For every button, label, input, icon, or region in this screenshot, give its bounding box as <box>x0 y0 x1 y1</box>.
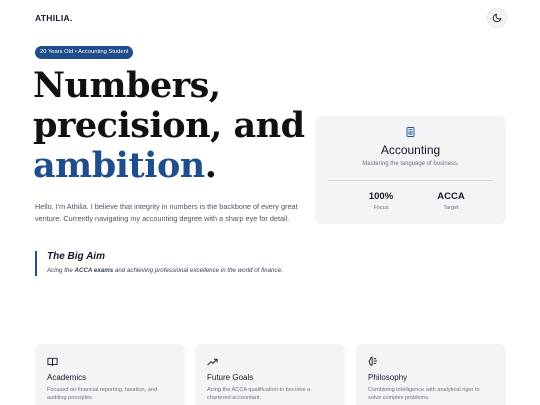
card-subtitle: Mastering the language of business. <box>362 161 459 167</box>
brain-icon <box>368 356 378 366</box>
brand-logo[interactable]: ATHILIA. <box>35 13 73 23</box>
hero-line-2: precision, and <box>33 105 305 146</box>
stat-value: ACCA <box>437 191 465 202</box>
card-divider <box>328 180 493 181</box>
big-aim-text-emphasis: ACCA exams <box>74 267 114 274</box>
feature-title: Philosophy <box>368 373 408 382</box>
hero-period: . <box>204 145 217 186</box>
big-aim-text: Acing the ACCA exams and achieving profe… <box>47 266 305 276</box>
trending-up-icon <box>207 358 218 366</box>
big-aim-text-end: and achieving professional excellence in… <box>113 267 283 274</box>
feature-card-philosophy: Philosophy Combining intelligence with a… <box>356 344 506 405</box>
calculator-icon <box>406 127 415 137</box>
feature-card-future-goals: Future Goals Acing the ACCA qualificatio… <box>195 344 345 405</box>
moon-icon <box>492 13 502 23</box>
intro-paragraph: Hello, I'm Athilia. I believe that integ… <box>35 202 298 223</box>
age-status-badge: 20 Years Old • Accounting Student <box>35 46 134 59</box>
book-icon <box>47 357 58 367</box>
hero-heading: Numbers, precision, and ambition. <box>33 66 305 186</box>
stat-target: ACCA Target <box>421 191 481 211</box>
hero-line-1: Numbers, <box>33 65 221 106</box>
theme-toggle-button[interactable] <box>487 8 507 28</box>
feature-text: Combining intelligence with analytical r… <box>368 387 480 401</box>
feature-title: Future Goals <box>207 373 254 382</box>
feature-card-academics: Academics Focused on financial reporting… <box>35 344 185 405</box>
feature-text: Acing the ACCA qualification to become a… <box>207 387 311 401</box>
stat-label: Target <box>443 205 459 211</box>
feature-text: Focused on financial reporting, taxation… <box>47 387 158 401</box>
stat-label: Focus <box>373 205 389 211</box>
big-aim-title: The Big Aim <box>47 251 105 262</box>
card-title: Accounting <box>380 143 441 157</box>
big-aim-text-start: Acing the <box>47 267 75 274</box>
stat-value: 100% <box>368 191 394 202</box>
big-aim-callout: The Big Aim Acing the ACCA exams and ach… <box>35 251 305 276</box>
stat-focus: 100% Focus <box>351 191 411 211</box>
feature-title: Academics <box>47 373 87 382</box>
accounting-card: Accounting Mastering the language of bus… <box>315 116 506 224</box>
hero-accent-word: ambition <box>33 145 205 186</box>
